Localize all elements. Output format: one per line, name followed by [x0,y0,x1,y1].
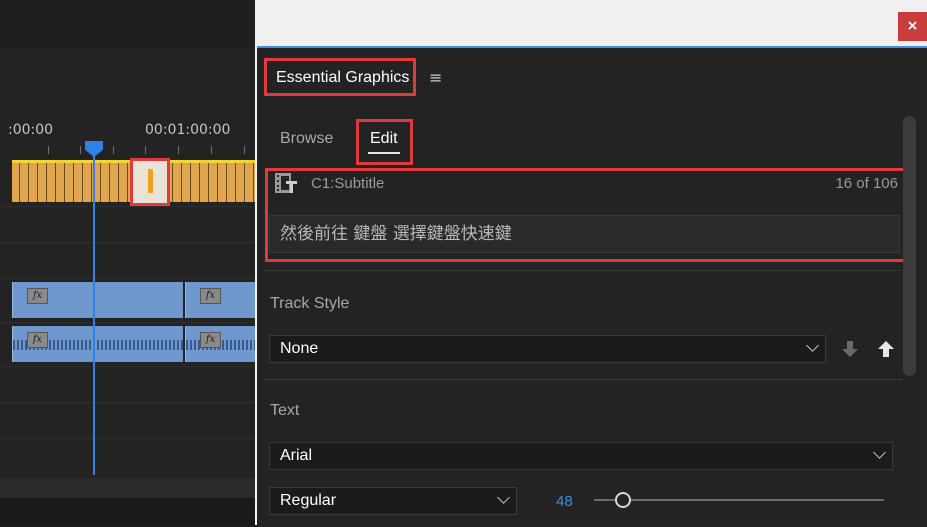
caption-segment-divider [55,163,56,202]
section-divider [265,270,902,271]
tab-edit[interactable]: Edit [370,130,398,148]
caption-count: 16 of 106 [835,175,898,192]
font-size-slider[interactable] [594,499,884,501]
timeline-panel [0,0,255,525]
ruler-tick [211,146,212,154]
video-clip[interactable]: fx [12,282,183,318]
caption-segment-divider [73,163,74,202]
audio-waveform [186,340,256,350]
caption-segment-divider [82,163,83,202]
timeline-header [0,0,255,49]
caption-text-field[interactable]: 然後前往 鍵盤 選擇鍵盤快速鍵 [269,215,900,253]
ruler-tick [178,146,179,154]
current-caption-clip[interactable] [130,158,170,206]
caption-segment-divider [172,163,173,202]
track-divider [0,402,255,403]
track-style-dropdown[interactable]: None [269,335,826,363]
audio-clip[interactable]: fx [185,326,256,362]
track-divider [0,278,255,279]
ruler-tick [80,146,81,154]
track-divider [0,438,255,439]
push-style-up-icon[interactable] [877,340,895,358]
push-style-down-icon[interactable] [841,340,859,358]
timeline-scrollbar[interactable] [0,478,255,498]
track-style-label: Track Style [270,295,350,312]
caption-segment-divider [199,163,200,202]
chevron-down-icon [806,339,819,352]
chevron-down-icon [873,446,886,459]
timecode-left: :00:00 [8,122,54,138]
close-button[interactable]: × [898,12,927,41]
font-size-slider-handle[interactable] [615,492,631,508]
track-divider [0,242,255,243]
track-divider [0,206,255,207]
track-divider [0,322,255,323]
caption-segment-divider [181,163,182,202]
caption-segment-divider [46,163,47,202]
fx-badge: fx [200,332,221,348]
caption-segment-divider [253,163,254,202]
track-style-value: None [280,340,319,357]
caption-segment-divider [100,163,101,202]
caption-segment-divider [190,163,191,202]
panel-title[interactable]: Essential Graphics [276,69,409,87]
playhead-line[interactable] [93,150,95,475]
section-divider [265,379,902,380]
ruler-tick [145,146,146,154]
font-family-value: Arial [280,447,313,464]
font-style-dropdown[interactable]: Regular [269,487,517,515]
tab-browse[interactable]: Browse [280,130,333,148]
caption-film-icon [275,173,297,193]
caption-segment-divider [37,163,38,202]
text-section-label: Text [270,402,300,419]
caption-marker [148,169,153,193]
caption-segment-divider [91,163,92,202]
audio-clip[interactable]: fx [12,326,183,362]
timeline-footer [0,498,255,525]
fx-badge: fx [27,332,48,348]
panel-scrollbar[interactable] [903,116,916,376]
caption-track-name: C1:Subtitle [311,175,385,192]
caption-segment-divider [244,163,245,202]
caption-segment-divider [208,163,209,202]
ruler-tick [48,146,49,154]
caption-segment-divider [217,163,218,202]
caption-segment-divider [19,163,20,202]
hamburger-menu-icon[interactable]: ≡ [429,70,442,86]
ruler-tick [113,146,114,154]
timecode-right: 00:01:00:00 [145,122,231,138]
caption-segment-divider [118,163,119,202]
time-ruler[interactable] [0,48,255,158]
caption-segment-divider [127,163,128,202]
chevron-down-icon [497,491,510,504]
track-divider [0,366,255,367]
ruler-tick [244,146,245,154]
caption-segment-divider [226,163,227,202]
active-tab-indicator [368,152,400,154]
fx-badge: fx [27,288,48,304]
caption-segment-divider [235,163,236,202]
caption-segment-divider [64,163,65,202]
font-size-value[interactable]: 48 [556,493,573,510]
font-style-value: Regular [280,492,337,509]
caption-segment-divider [109,163,110,202]
font-family-dropdown[interactable]: Arial [269,442,893,470]
video-clip[interactable]: fx [185,282,256,318]
caption-segment-divider [28,163,29,202]
fx-badge: fx [200,288,221,304]
